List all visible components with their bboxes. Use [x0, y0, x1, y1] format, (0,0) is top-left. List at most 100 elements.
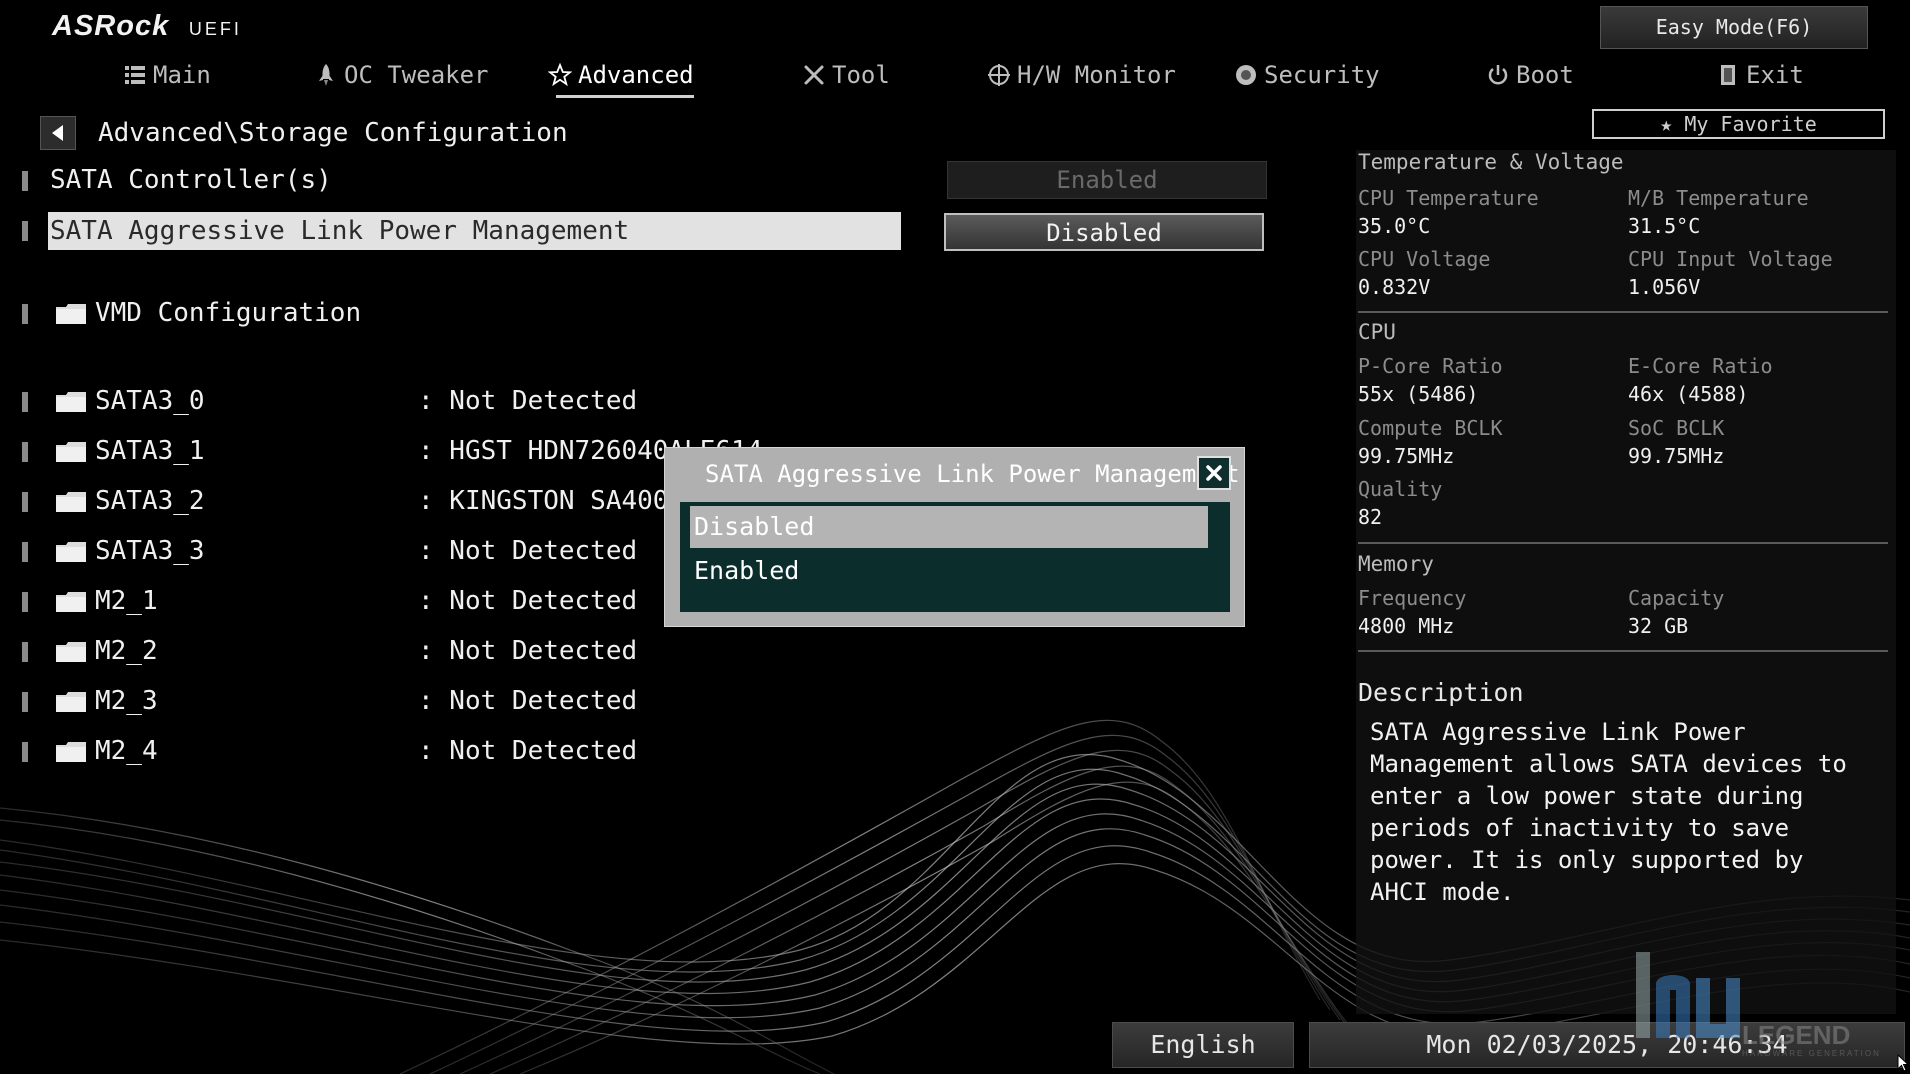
folder-icon	[56, 692, 86, 712]
capacity-label: Capacity	[1628, 586, 1725, 610]
device-status: : Not Detected	[418, 736, 638, 766]
frequency-label: Frequency	[1358, 586, 1467, 610]
tab-tool[interactable]: Tool	[802, 55, 890, 95]
soc-bclk-label: SoC BCLK	[1628, 416, 1725, 440]
folder-icon	[56, 392, 86, 412]
tab-advanced[interactable]: Advanced	[548, 55, 694, 98]
device-status: : Not Detected	[418, 636, 638, 666]
soc-bclk-value: 99.75MHz	[1628, 444, 1725, 468]
popup-option-enabled[interactable]: Enabled	[690, 550, 1208, 592]
tab-security[interactable]: Security	[1234, 55, 1380, 95]
setting-row-alpm[interactable]: SATA Aggressive Link Power Management Di…	[0, 211, 1300, 251]
compute-bclk-value: 99.75MHz	[1358, 444, 1455, 468]
back-button[interactable]	[40, 116, 76, 150]
main-nav: Main OC Tweaker Advanced Tool H/W Monito…	[0, 55, 1910, 98]
row-marker	[22, 592, 28, 612]
tab-oc-tweaker[interactable]: OC Tweaker	[314, 55, 489, 95]
device-name: M2_2	[95, 636, 158, 666]
memory-header: Memory	[1358, 552, 1434, 576]
row-marker	[22, 171, 28, 191]
mouse-cursor-icon	[1897, 1054, 1909, 1072]
rocket-icon	[319, 64, 333, 86]
cpu-header: CPU	[1358, 320, 1396, 344]
folder-icon	[56, 642, 86, 662]
cpu-voltage-value: 0.832V	[1358, 275, 1431, 299]
popup-close-button[interactable]	[1197, 456, 1231, 490]
close-icon	[1206, 465, 1222, 481]
row-marker	[22, 692, 28, 712]
language-button[interactable]: English	[1112, 1022, 1294, 1068]
row-marker	[22, 542, 28, 562]
folder-icon	[56, 492, 86, 512]
folder-icon	[56, 304, 86, 324]
quality-label: Quality	[1358, 477, 1443, 501]
back-arrow-icon	[52, 125, 63, 141]
storage-device-row[interactable]: M2_3 : Not Detected	[0, 682, 1300, 722]
device-name: M2_3	[95, 686, 158, 716]
pcore-label: P-Core Ratio	[1358, 354, 1503, 378]
divider	[1358, 311, 1888, 313]
watermark-text: LEGEND	[1742, 1020, 1850, 1050]
storage-device-row[interactable]: M2_2 : Not Detected	[0, 632, 1300, 672]
tab-boot[interactable]: Boot	[1486, 55, 1574, 95]
breadcrumb-path: Advanced\Storage Configuration	[98, 118, 568, 148]
device-status: : Not Detected	[418, 686, 638, 716]
sata-controller-value: Enabled	[947, 161, 1267, 199]
brand-name: ASRock	[52, 10, 170, 42]
my-favorite-button[interactable]: ★ My Favorite	[1592, 109, 1885, 139]
tab-exit-label: Exit	[1746, 61, 1804, 89]
description-title: Description	[1358, 678, 1524, 707]
tab-advanced-label: Advanced	[578, 61, 694, 89]
device-name: M2_1	[95, 586, 158, 616]
row-marker	[22, 492, 28, 512]
popup-option-list: Disabled Enabled	[680, 502, 1230, 612]
brand-sub: UEFI	[188, 19, 242, 39]
tab-main-label: Main	[153, 61, 211, 89]
folder-icon	[56, 742, 86, 762]
hardware-info-panel: Temperature & Voltage CPU Temperature 35…	[1356, 150, 1896, 1014]
setting-label: SATA Controller(s)	[50, 165, 332, 195]
exit-door-icon	[1721, 65, 1735, 85]
legend-watermark-logo: LEGEND HARDWARE GENERATION	[1636, 952, 1881, 1058]
row-marker	[22, 442, 28, 462]
alpm-value-button[interactable]: Disabled	[944, 213, 1264, 251]
divider	[1358, 542, 1888, 544]
device-status: : Not Detected	[418, 586, 638, 616]
breadcrumb: Advanced\Storage Configuration	[40, 116, 568, 150]
tab-exit[interactable]: Exit	[1716, 55, 1804, 95]
device-name: SATA3_3	[95, 536, 205, 566]
setting-row-sata-controller[interactable]: SATA Controller(s) Enabled	[0, 161, 1300, 201]
folder-icon	[56, 542, 86, 562]
tab-hw-monitor[interactable]: H/W Monitor	[987, 55, 1176, 95]
device-name: SATA3_0	[95, 386, 205, 416]
mb-temp-value: 31.5°C	[1628, 214, 1701, 238]
tab-security-label: Security	[1264, 61, 1380, 89]
asrock-logo: ASRock UEFI	[52, 10, 242, 43]
description-text: SATA Aggressive Link Power Management al…	[1370, 718, 1847, 906]
folder-icon	[56, 442, 86, 462]
popup-option-disabled[interactable]: Disabled	[690, 506, 1208, 548]
easy-mode-button[interactable]: Easy Mode(F6)	[1600, 6, 1868, 49]
power-icon	[1488, 65, 1508, 85]
cpu-voltage-label: CPU Voltage	[1358, 247, 1491, 271]
favorite-star-icon: ★	[1660, 112, 1673, 136]
tab-tool-label: Tool	[832, 61, 890, 89]
row-marker	[22, 304, 28, 324]
quality-value: 82	[1358, 505, 1383, 529]
ecore-value: 46x (4588)	[1628, 382, 1749, 406]
storage-device-row[interactable]: SATA3_0 : Not Detected	[0, 382, 1300, 422]
device-status: : Not Detected	[418, 536, 638, 566]
watermark-subtext: HARDWARE GENERATION	[1742, 1049, 1881, 1058]
cpu-input-voltage-label: CPU Input Voltage	[1628, 247, 1833, 271]
capacity-value: 32 GB	[1628, 614, 1689, 638]
storage-device-row[interactable]: M2_4: Not Detected	[0, 732, 1300, 772]
ecore-label: E-Core Ratio	[1628, 354, 1773, 378]
row-marker	[22, 742, 28, 762]
pcore-value: 55x (5486)	[1358, 382, 1479, 406]
device-status: : Not Detected	[418, 386, 638, 416]
tab-main[interactable]: Main	[123, 55, 211, 95]
divider	[1358, 650, 1888, 652]
temp-voltage-header: Temperature & Voltage	[1358, 150, 1624, 174]
device-name: SATA3_1	[95, 436, 205, 466]
submenu-vmd-configuration[interactable]: VMD Configuration	[0, 294, 1300, 334]
